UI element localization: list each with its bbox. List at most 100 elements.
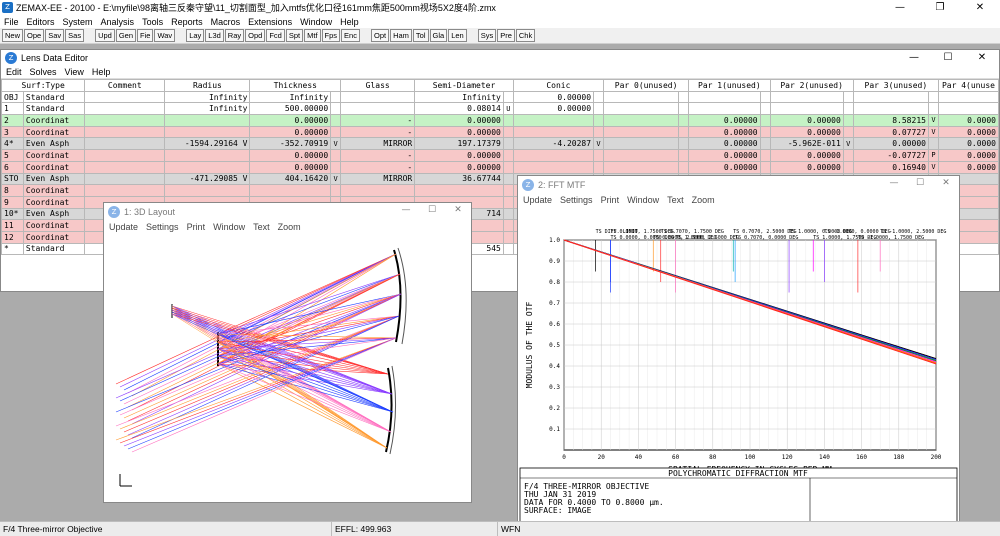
par1-cell[interactable]: 0.00000 (688, 149, 761, 162)
toolbar-sas-button[interactable]: Sas (65, 29, 85, 42)
minimize-icon[interactable]: — (881, 176, 907, 193)
surface-type[interactable]: Standard (22, 102, 86, 116)
glass-cell[interactable] (340, 102, 416, 116)
comment-cell[interactable] (84, 125, 166, 139)
par1-solve[interactable] (759, 102, 771, 116)
par4-cell[interactable] (937, 90, 1000, 104)
semi-diameter-solve[interactable] (502, 114, 514, 127)
thickness-solve[interactable] (330, 160, 342, 174)
surface-type[interactable]: Coordinat (22, 149, 86, 162)
par0-solve[interactable] (678, 125, 690, 139)
par3-solve[interactable]: V (927, 125, 939, 139)
column-header-par-2-unused[interactable]: Par 2(unused) (769, 79, 854, 92)
app-menu-analysis[interactable]: Analysis (101, 17, 135, 27)
app-menu-editors[interactable]: Editors (27, 17, 55, 27)
par1-solve[interactable] (759, 149, 771, 162)
semi-diameter-cell[interactable]: 197.17379 (414, 137, 504, 151)
par3-solve[interactable] (927, 90, 939, 104)
surface-type[interactable]: Coordinat (22, 160, 86, 174)
surface-type[interactable]: Coordinat (22, 114, 86, 127)
mtf-menu-window[interactable]: Window (627, 195, 659, 205)
toolbar-ope-button[interactable]: Ope (24, 29, 45, 42)
conic-solve[interactable] (593, 102, 605, 116)
semi-diameter-solve[interactable] (502, 137, 514, 151)
conic-solve[interactable] (593, 90, 605, 104)
toolbar-upd-button[interactable]: Upd (95, 29, 115, 42)
lens-surface-row[interactable]: 6 Coordinat 0.00000-0.00000 0.00000 0.00000 0… (1, 160, 1000, 174)
surface-type[interactable]: Coordinat (22, 195, 86, 209)
par0-cell[interactable] (603, 137, 680, 151)
surface-type[interactable]: Even Asph (22, 207, 86, 221)
app-menu-macros[interactable]: Macros (211, 17, 241, 27)
layout-menu-text[interactable]: Text (253, 222, 270, 232)
conic-cell[interactable] (512, 125, 595, 139)
comment-cell[interactable] (84, 172, 166, 186)
toolbar-gla-button[interactable]: Gla (429, 29, 448, 42)
par3-cell[interactable]: -0.07727 (852, 149, 929, 162)
toolbar-fcd-button[interactable]: Fcd (266, 29, 285, 42)
surf-number[interactable]: 8 (1, 184, 24, 197)
layout-menu-print[interactable]: Print (187, 222, 206, 232)
par4-cell[interactable]: 0.0000 (937, 114, 1000, 127)
semi-diameter-solve[interactable]: U (502, 102, 514, 116)
par1-solve[interactable] (759, 114, 771, 127)
toolbar-lay-button[interactable]: Lay (186, 29, 205, 42)
thickness-solve[interactable]: V (330, 172, 342, 186)
thickness-solve[interactable]: V (330, 137, 342, 151)
par1-solve[interactable] (759, 90, 771, 104)
toolbar-wav-button[interactable]: Wav (154, 29, 176, 42)
par2-cell[interactable] (769, 90, 844, 104)
par1-solve[interactable] (759, 160, 771, 174)
thickness-cell[interactable]: 0.00000 (249, 149, 332, 162)
surf-number[interactable]: 6 (1, 160, 24, 174)
column-header-thickness[interactable]: Thickness (249, 79, 342, 92)
surf-number[interactable]: 12 (1, 230, 24, 244)
comment-cell[interactable] (84, 184, 166, 197)
toolbar-sys-button[interactable]: Sys (477, 29, 497, 42)
toolbar-gen-button[interactable]: Gen (115, 29, 137, 42)
par1-cell[interactable] (688, 90, 761, 104)
par2-cell[interactable]: 0.00000 (769, 160, 844, 174)
mtf-menu-settings[interactable]: Settings (560, 195, 593, 205)
semi-diameter-solve[interactable] (502, 207, 514, 221)
par2-cell[interactable]: -5.962E-011 (769, 137, 844, 151)
glass-cell[interactable]: MIRROR (340, 172, 416, 186)
par1-cell[interactable] (688, 102, 761, 116)
column-header-par-0-unused[interactable]: Par 0(unused) (603, 79, 690, 92)
semi-diameter-solve[interactable] (502, 125, 514, 139)
semi-diameter-cell[interactable]: 0.08014 (414, 102, 504, 116)
par2-cell[interactable]: 0.00000 (769, 114, 844, 127)
par0-solve[interactable] (678, 137, 690, 151)
surface-type[interactable]: Coordinat (22, 125, 86, 139)
lens-surface-row[interactable]: 3 Coordinat 0.00000-0.00000 0.00000 0.00000 0… (1, 125, 1000, 139)
lde-menu-view[interactable]: View (65, 67, 84, 77)
maximize-icon[interactable]: ☐ (931, 50, 965, 66)
surf-number[interactable]: 10* (1, 207, 24, 221)
surface-type[interactable]: Standard (22, 90, 86, 104)
par2-cell[interactable]: 0.00000 (769, 149, 844, 162)
par0-cell[interactable] (603, 149, 680, 162)
minimize-icon[interactable]: — (393, 203, 419, 220)
thickness-cell[interactable]: 404.16420 (249, 172, 332, 186)
par2-solve[interactable] (842, 160, 854, 174)
toolbar-sav-button[interactable]: Sav (45, 29, 65, 42)
conic-solve[interactable] (593, 160, 605, 174)
thickness-cell[interactable]: 500.00000 (249, 102, 332, 116)
par0-cell[interactable] (603, 102, 680, 116)
surface-type[interactable]: Coordinat (22, 230, 86, 244)
conic-cell[interactable]: 0.00000 (512, 90, 595, 104)
mtf-menu-print[interactable]: Print (601, 195, 620, 205)
par0-solve[interactable] (678, 149, 690, 162)
surface-type[interactable]: Coordinat (22, 219, 86, 232)
app-menu-tools[interactable]: Tools (142, 17, 163, 27)
par3-cell[interactable]: 0.07727 (852, 125, 929, 139)
toolbar-opt-button[interactable]: Opt (370, 29, 390, 42)
conic-cell[interactable] (512, 160, 595, 174)
conic-solve[interactable]: V (593, 137, 605, 151)
radius-cell[interactable]: -1594.29164 V (164, 137, 251, 151)
restore-icon[interactable]: ❐ (920, 0, 960, 15)
surf-number[interactable]: 1 (1, 102, 24, 116)
par1-solve[interactable] (759, 137, 771, 151)
par3-solve[interactable] (927, 137, 939, 151)
column-header-surf-type[interactable]: Surf:Type (0, 79, 86, 92)
